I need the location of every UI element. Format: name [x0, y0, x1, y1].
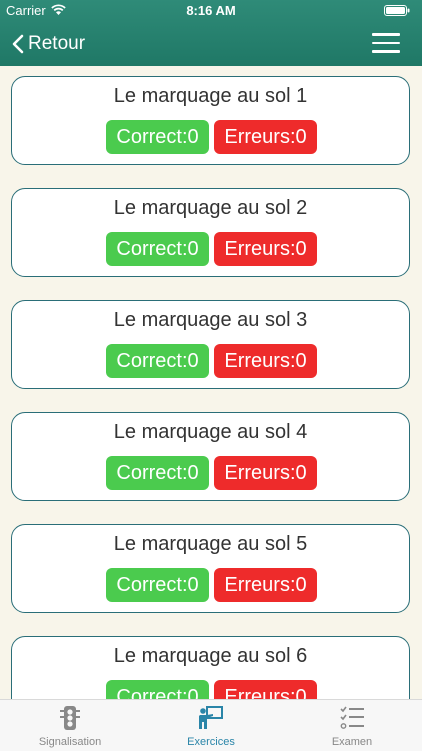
exercise-list[interactable]: Le marquage au sol 1 Correct:0 Erreurs:0… [0, 66, 422, 699]
exercise-title: Le marquage au sol 6 [113, 645, 308, 667]
correct-badge: Correct:0 [106, 232, 209, 266]
exercise-title: Le marquage au sol 2 [113, 197, 308, 219]
errors-badge: Erreurs:0 [214, 568, 317, 602]
errors-badge: Erreurs:0 [214, 120, 317, 154]
correct-badge: Correct:0 [106, 456, 209, 490]
exercise-title: Le marquage au sol 1 [113, 85, 308, 107]
errors-badge: Erreurs:0 [214, 344, 317, 378]
exercise-card[interactable]: Le marquage au sol 5 Correct:0 Erreurs:0 [11, 524, 410, 613]
exercise-title: Le marquage au sol 5 [113, 533, 308, 555]
correct-badge: Correct:0 [106, 120, 209, 154]
tab-label: Signalisation [38, 736, 102, 748]
exercise-card[interactable]: Le marquage au sol 1 Correct:0 Erreurs:0 [11, 76, 410, 165]
teacher-board-icon [199, 706, 223, 729]
chevron-left-icon [12, 34, 24, 54]
traffic-light-icon [60, 706, 80, 730]
tab-label: Examen [331, 736, 373, 748]
tab-signalisation[interactable]: Signalisation [0, 700, 140, 751]
hamburger-menu-icon[interactable] [372, 33, 400, 53]
exercise-card[interactable]: Le marquage au sol 2 Correct:0 Erreurs:0 [11, 188, 410, 277]
errors-badge: Erreurs:0 [214, 456, 317, 490]
exercise-card[interactable]: Le marquage au sol 6 Correct:0 Erreurs:0 [11, 636, 410, 699]
tab-bar: Signalisation Exercices Examen [0, 699, 422, 751]
correct-badge: Correct:0 [106, 680, 209, 699]
exercise-title: Le marquage au sol 3 [113, 309, 308, 331]
nav-bar: Retour [0, 22, 422, 66]
back-button[interactable]: Retour [12, 33, 85, 55]
exercise-card[interactable]: Le marquage au sol 4 Correct:0 Erreurs:0 [11, 412, 410, 501]
back-label: Retour [28, 33, 86, 54]
tab-exercices[interactable]: Exercices [141, 700, 281, 751]
checklist-icon [340, 706, 364, 729]
tab-label: Exercices [187, 736, 235, 748]
app-header: Carrier 8:16 AM Retour [0, 0, 422, 66]
errors-badge: Erreurs:0 [214, 680, 317, 699]
battery-icon [384, 5, 410, 16]
clock: 8:16 AM [186, 3, 236, 18]
exercise-title: Le marquage au sol 4 [113, 421, 308, 443]
status-bar: Carrier 8:16 AM [0, 0, 422, 22]
errors-badge: Erreurs:0 [214, 232, 317, 266]
tab-examen[interactable]: Examen [282, 700, 422, 751]
correct-badge: Correct:0 [106, 344, 209, 378]
exercise-card[interactable]: Le marquage au sol 3 Correct:0 Erreurs:0 [11, 300, 410, 389]
correct-badge: Correct:0 [106, 568, 209, 602]
